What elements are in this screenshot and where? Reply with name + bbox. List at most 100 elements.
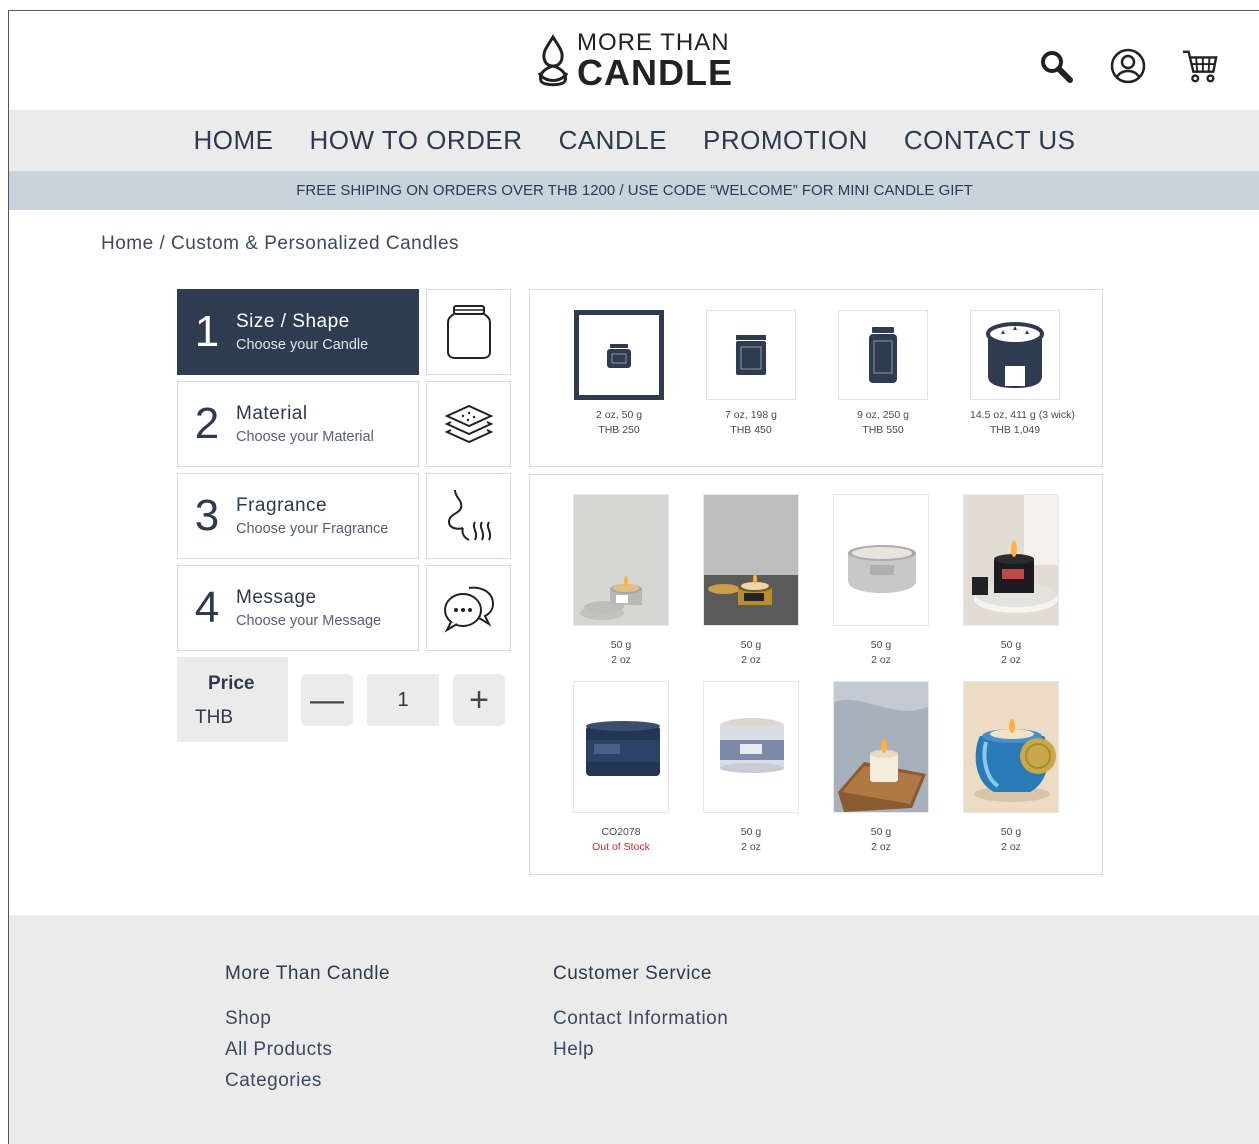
product-weight: 50 g: [1000, 639, 1022, 651]
size-price: THB 250: [598, 424, 640, 436]
footer-heading: More Than Candle: [225, 963, 391, 984]
product-size: 2 oz: [741, 841, 761, 853]
brand-logo[interactable]: MORE THAN CANDLE: [535, 31, 733, 91]
size-weight: 9 oz, 250 g: [857, 409, 909, 421]
product-card[interactable]: 50 g 2 oz: [963, 494, 1059, 668]
step-title: Fragrance: [236, 495, 328, 516]
size-price: THB 450: [730, 424, 772, 436]
step-number: 1: [194, 307, 220, 356]
product-size: 2 oz: [871, 654, 891, 666]
product-size: 2 oz: [611, 654, 631, 666]
product-card[interactable]: 50 g 2 oz: [963, 681, 1059, 855]
nav-promotion[interactable]: PROMOTION: [703, 125, 868, 156]
product-size: 2 oz: [1001, 841, 1021, 853]
step-subtitle: Choose your Candle: [236, 337, 369, 353]
product-image: [963, 494, 1059, 626]
footer-col-service: Customer Service Contact Information Hel…: [553, 963, 728, 1065]
product-code: CO2078: [601, 826, 641, 838]
product-card[interactable]: 50 g 2 oz: [703, 494, 799, 668]
quantity-increase-button[interactable]: +: [453, 674, 505, 726]
size-option-2oz[interactable]: 2 oz, 50 g THB 250: [574, 310, 664, 438]
page-frame: MORE THAN CANDLE HOME HOW TO ORDER CANDL…: [8, 10, 1259, 1144]
jar-small-icon: [574, 310, 664, 400]
step-title: Size / Shape: [236, 311, 350, 332]
jar-medium-icon: [706, 310, 796, 400]
jar-icon[interactable]: [426, 289, 511, 375]
main-nav: HOME HOW TO ORDER CANDLE PROMOTION CONTA…: [9, 110, 1259, 171]
size-weight: 2 oz, 50 g: [595, 409, 643, 421]
product-image: [963, 681, 1059, 813]
nav-how-to-order[interactable]: HOW TO ORDER: [310, 125, 523, 156]
footer-link-categories[interactable]: Categories: [225, 1065, 390, 1096]
nav-home[interactable]: HOME: [194, 125, 274, 156]
site-header: MORE THAN CANDLE: [9, 11, 1259, 110]
product-size: 2 oz: [1001, 654, 1021, 666]
size-weight: 7 oz, 198 g: [725, 409, 777, 421]
product-card[interactable]: 50 g 2 oz: [833, 494, 929, 668]
size-option-9oz[interactable]: 9 oz, 250 g THB 550: [838, 310, 928, 438]
out-of-stock-label: Out of Stock: [592, 841, 650, 853]
footer-link-shop[interactable]: Shop: [225, 1003, 390, 1034]
size-price: THB 1,049: [989, 424, 1041, 436]
product-weight: 50 g: [740, 826, 762, 838]
product-card[interactable]: 50 g 2 oz: [573, 494, 669, 668]
nav-candle[interactable]: CANDLE: [559, 125, 667, 156]
jar-three-wick-icon: [970, 310, 1060, 400]
nav-contact-us[interactable]: CONTACT US: [904, 125, 1076, 156]
product-weight: 50 g: [740, 639, 762, 651]
search-icon[interactable]: [1037, 47, 1075, 85]
step-number: 4: [194, 583, 220, 632]
step-fragrance[interactable]: 3 Fragrance Choose your Fragrance: [177, 473, 419, 559]
product-weight: 50 g: [610, 639, 632, 651]
message-icon[interactable]: [426, 565, 511, 651]
step-title: Message: [236, 587, 317, 608]
product-image: [703, 681, 799, 813]
size-option-7oz[interactable]: 7 oz, 198 g THB 450: [706, 310, 796, 438]
product-weight: 50 g: [870, 639, 892, 651]
product-card[interactable]: 50 g 2 oz: [703, 681, 799, 855]
cart-icon[interactable]: [1181, 47, 1219, 85]
product-image: [573, 494, 669, 626]
product-card[interactable]: 50 g 2 oz: [833, 681, 929, 855]
brand-line-2: CANDLE: [577, 52, 733, 93]
product-weight: 50 g: [1000, 826, 1022, 838]
product-image: [703, 494, 799, 626]
product-weight: 50 g: [870, 826, 892, 838]
size-price: THB 550: [862, 424, 904, 436]
step-size-shape[interactable]: 1 Size / Shape Choose your Candle: [177, 289, 419, 375]
price-label: Price: [208, 673, 255, 694]
breadcrumb-separator: /: [153, 233, 172, 254]
scent-icon[interactable]: [426, 473, 511, 559]
quantity-decrease-button[interactable]: —: [301, 674, 353, 726]
product-image: [573, 681, 669, 813]
price-box: Price THB: [177, 657, 288, 742]
footer-col-brand: More Than Candle Shop All Products Categ…: [225, 963, 390, 1096]
step-message[interactable]: 4 Message Choose your Message: [177, 565, 419, 651]
step-material[interactable]: 2 Material Choose your Material: [177, 381, 419, 467]
product-grid: 50 g 2 oz 50 g 2 oz 50 g 2 oz 50 g 2 oz: [529, 474, 1103, 875]
size-option-14oz[interactable]: 14.5 oz, 411 g (3 wick) THB 1,049: [970, 310, 1075, 438]
product-image: [833, 681, 929, 813]
quantity-value[interactable]: 1: [367, 674, 439, 726]
account-icon[interactable]: [1109, 47, 1147, 85]
step-subtitle: Choose your Material: [236, 429, 374, 445]
layers-icon[interactable]: [426, 381, 511, 467]
product-image: [833, 494, 929, 626]
step-subtitle: Choose your Message: [236, 613, 382, 629]
footer-heading: Customer Service: [553, 963, 712, 984]
product-card[interactable]: CO2078 Out of Stock: [573, 681, 669, 855]
promo-banner: FREE SHIPING ON ORDERS OVER THB 1200 / U…: [9, 171, 1259, 210]
size-weight: 14.5 oz, 411 g (3 wick): [970, 409, 1075, 421]
breadcrumb: Home / Custom & Personalized Candles: [101, 233, 459, 255]
price-currency: THB: [195, 707, 233, 728]
product-size: 2 oz: [871, 841, 891, 853]
footer-link-all-products[interactable]: All Products: [225, 1034, 390, 1065]
footer-link-contact-information[interactable]: Contact Information: [553, 1003, 728, 1034]
size-options-panel: 2 oz, 50 g THB 250 7 oz, 198 g THB 450 9…: [529, 289, 1103, 467]
step-subtitle: Choose your Fragrance: [236, 521, 389, 537]
step-title: Material: [236, 403, 308, 424]
footer-link-help[interactable]: Help: [553, 1034, 728, 1065]
candle-flame-icon: [537, 34, 569, 87]
breadcrumb-home[interactable]: Home: [101, 233, 154, 254]
jar-tall-icon: [838, 310, 928, 400]
